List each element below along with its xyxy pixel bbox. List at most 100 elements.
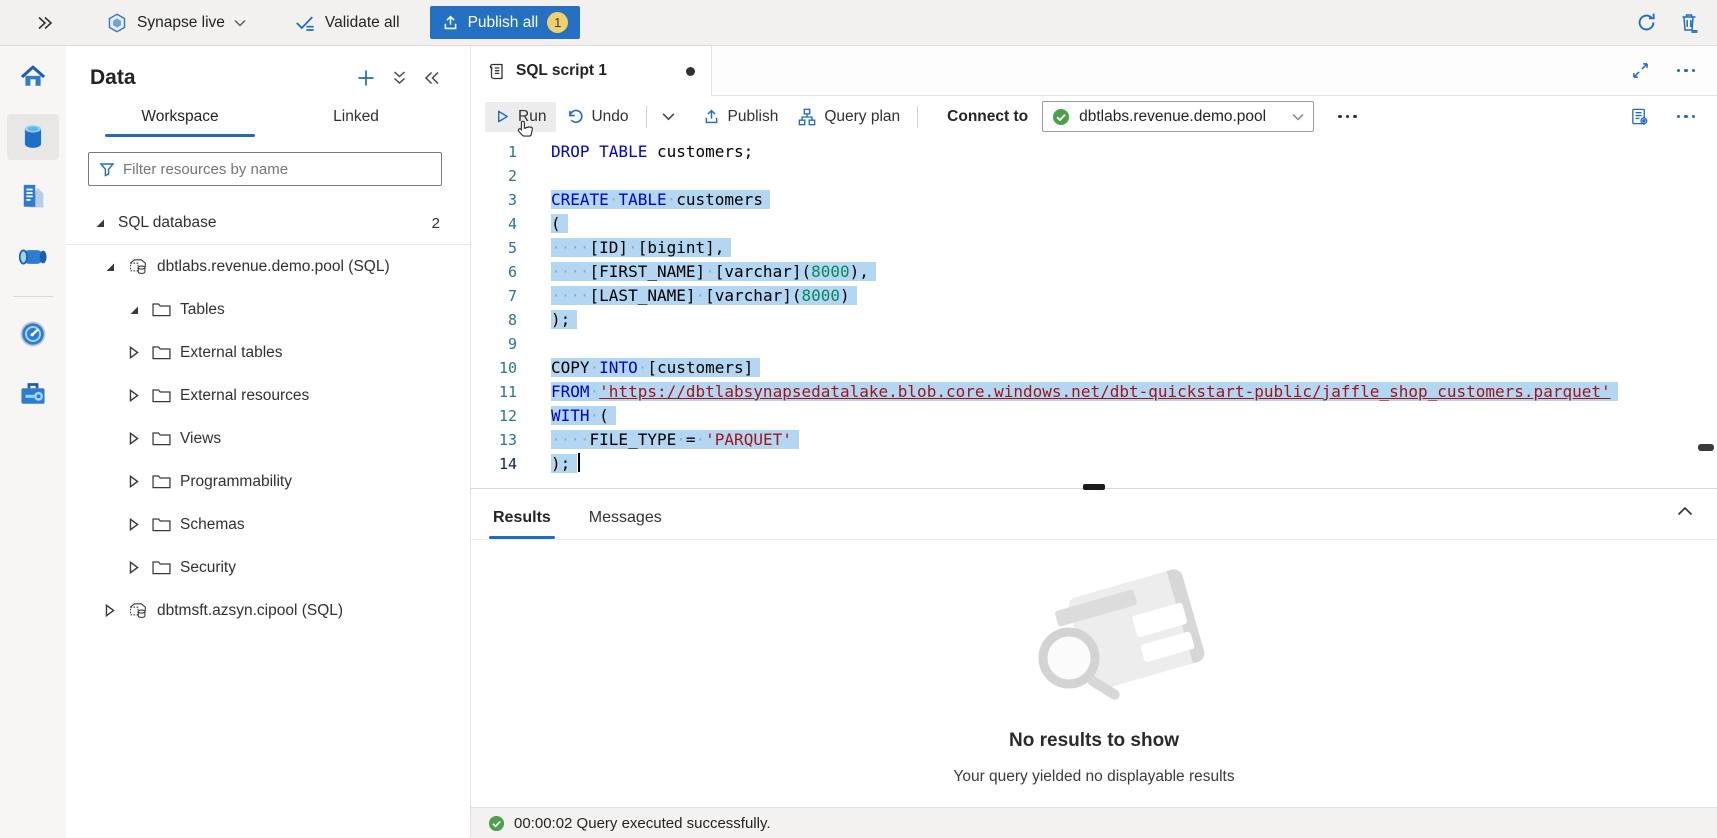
code-content: COPY·INTO·[customers]	[551, 356, 760, 380]
tab-more-actions-icon[interactable]	[1677, 69, 1696, 73]
editor-line-6[interactable]: 6····[FIRST_NAME]·[varchar](8000),	[471, 260, 1717, 284]
editor-line-14[interactable]: 14);	[471, 452, 1717, 476]
caret-expanded-icon[interactable]	[128, 304, 141, 316]
undo-button[interactable]: Undo	[556, 102, 638, 132]
results-tabbar: Results Messages	[471, 494, 1717, 540]
editor-line-1[interactable]: 1DROP TABLE customers;	[471, 140, 1717, 164]
selection-highlight: (	[551, 214, 568, 233]
editor-line-13[interactable]: 13····FILE_TYPE·=·'PARQUET'	[471, 428, 1717, 452]
tree-item-label: Programmability	[180, 473, 292, 491]
code-token: );	[551, 454, 570, 473]
toolbar-separator	[917, 106, 918, 128]
query-plan-button[interactable]: Query plan	[788, 102, 910, 132]
tab-sql-script-1[interactable]: SQL script 1	[471, 46, 712, 96]
sql-code-editor[interactable]: 1DROP TABLE customers;23CREATE·TABLE·cus…	[471, 137, 1717, 480]
splitter-drag-handle[interactable]	[1083, 484, 1105, 490]
results-empty-state: No results to show Your query yielded no…	[471, 540, 1717, 807]
tree-item-views[interactable]: Views	[66, 417, 470, 460]
caret-collapsed-icon[interactable]	[128, 432, 141, 445]
scrollbar-thumb[interactable]	[1698, 444, 1714, 451]
nav-monitor-icon[interactable]	[7, 311, 59, 357]
code-token: ····[LAST_NAME]·[varchar](	[551, 286, 801, 305]
caret-collapsed-icon[interactable]	[128, 518, 141, 531]
code-content: );	[551, 452, 580, 476]
editor-line-9[interactable]: 9	[471, 332, 1717, 356]
connect-to-pool-dropdown[interactable]: dbtlabs.revenue.demo.pool	[1042, 101, 1314, 132]
synapse-live-mode-selector[interactable]: Synapse live	[106, 12, 246, 34]
code-content: ····FILE_TYPE·=·'PARQUET'	[551, 428, 799, 452]
code-token: (	[551, 214, 561, 233]
validate-all-label: Validate all	[325, 14, 400, 32]
nav-home-icon[interactable]	[7, 54, 59, 100]
nav-data-icon[interactable]	[7, 114, 59, 160]
refresh-icon[interactable]	[1636, 12, 1657, 33]
tree-item-external-tables[interactable]: External tables	[66, 331, 470, 374]
tree-item-external-resources[interactable]: External resources	[66, 374, 470, 417]
editor-line-8[interactable]: 8);	[471, 308, 1717, 332]
publish-button[interactable]: Publish	[693, 102, 789, 132]
tree-item-label: dbtmsft.azsyn.cipool (SQL)	[157, 602, 343, 620]
selection-highlight: COPY·INTO·[customers]	[551, 358, 760, 377]
line-number: 12	[471, 404, 517, 428]
tab-workspace[interactable]: Workspace	[92, 108, 268, 137]
editor-line-12[interactable]: 12WITH·(	[471, 404, 1717, 428]
tree-item-schemas[interactable]: Schemas	[66, 503, 470, 546]
editor-line-4[interactable]: 4(	[471, 212, 1717, 236]
editor-toolbar: Run Undo Publish	[471, 96, 1717, 137]
editor-line-10[interactable]: 10COPY·INTO·[customers]	[471, 356, 1717, 380]
editor-more-actions-icon[interactable]	[1677, 115, 1696, 119]
run-options-chevron-icon[interactable]	[654, 112, 683, 121]
selection-highlight: CREATE·TABLE·customers	[551, 190, 770, 209]
tree-item-label: External resources	[180, 387, 309, 405]
caret-collapsed-icon[interactable]	[128, 561, 141, 574]
double-chevron-down-icon[interactable]	[392, 70, 407, 86]
nav-manage-icon[interactable]	[7, 371, 59, 417]
caret-collapsed-icon[interactable]	[128, 475, 141, 488]
tree-item-programmability[interactable]: Programmability	[66, 460, 470, 503]
collapse-results-chevron-icon[interactable]	[1677, 506, 1693, 516]
editor-line-5[interactable]: 5····[ID]·[bigint],	[471, 236, 1717, 260]
tree-item-security[interactable]: Security	[66, 546, 470, 589]
tree-item-tables[interactable]: Tables	[66, 288, 470, 331]
tab-messages[interactable]: Messages	[579, 509, 672, 539]
filter-resources-input[interactable]	[123, 161, 431, 178]
rail-divider	[13, 296, 53, 297]
discard-trash-icon[interactable]	[1679, 12, 1699, 33]
tab-results[interactable]: Results	[483, 509, 561, 539]
line-number: 14	[471, 452, 517, 476]
validate-check-icon	[294, 13, 316, 33]
editor-line-11[interactable]: 11FROM·'https://dbtlabsynapsedatalake.bl…	[471, 380, 1717, 404]
nav-integrate-icon[interactable]	[7, 234, 59, 280]
toolbar-more-actions-icon[interactable]	[1338, 115, 1357, 119]
tree-item-dbtmsft-azsyn-cipool-sql[interactable]: dbtmsft.azsyn.cipool (SQL)	[66, 589, 470, 632]
caret-expanded-icon[interactable]	[94, 217, 107, 229]
tree-item-dbtlabs-revenue-demo-pool-sql[interactable]: dbtlabs.revenue.demo.pool (SQL)	[66, 245, 470, 288]
tree-item-sql-database[interactable]: SQL database2	[66, 202, 470, 245]
sql-script-icon	[487, 62, 506, 81]
caret-collapsed-icon[interactable]	[104, 604, 117, 617]
dropdown-chevron-icon	[1292, 113, 1304, 121]
tree-item-label: External tables	[180, 344, 283, 362]
editor-line-2[interactable]: 2	[471, 164, 1717, 188]
collapse-panel-icon[interactable]	[424, 71, 440, 85]
nav-develop-icon[interactable]	[7, 174, 59, 220]
publish-all-button[interactable]: Publish all 1	[430, 6, 581, 39]
filter-resources-box[interactable]	[88, 152, 442, 186]
no-results-illustration	[969, 566, 1219, 716]
double-chevron-right-icon[interactable]	[30, 16, 60, 30]
validate-all-button[interactable]: Validate all	[294, 13, 400, 33]
script-properties-icon[interactable]	[1630, 107, 1649, 126]
tab-linked[interactable]: Linked	[268, 108, 444, 137]
editor-line-7[interactable]: 7····[LAST_NAME]·[varchar](8000)	[471, 284, 1717, 308]
code-token: ·customers	[667, 190, 763, 209]
caret-collapsed-icon[interactable]	[128, 346, 141, 359]
connect-to-label: Connect to	[947, 108, 1028, 126]
caret-collapsed-icon[interactable]	[128, 389, 141, 402]
run-button[interactable]: Run	[485, 102, 556, 132]
add-resource-icon[interactable]	[357, 69, 375, 87]
tree-item-label: Tables	[180, 301, 225, 319]
code-token: INTO	[599, 358, 638, 377]
caret-expanded-icon[interactable]	[104, 261, 117, 273]
editor-line-3[interactable]: 3CREATE·TABLE·customers	[471, 188, 1717, 212]
expand-editor-icon[interactable]	[1632, 62, 1649, 79]
